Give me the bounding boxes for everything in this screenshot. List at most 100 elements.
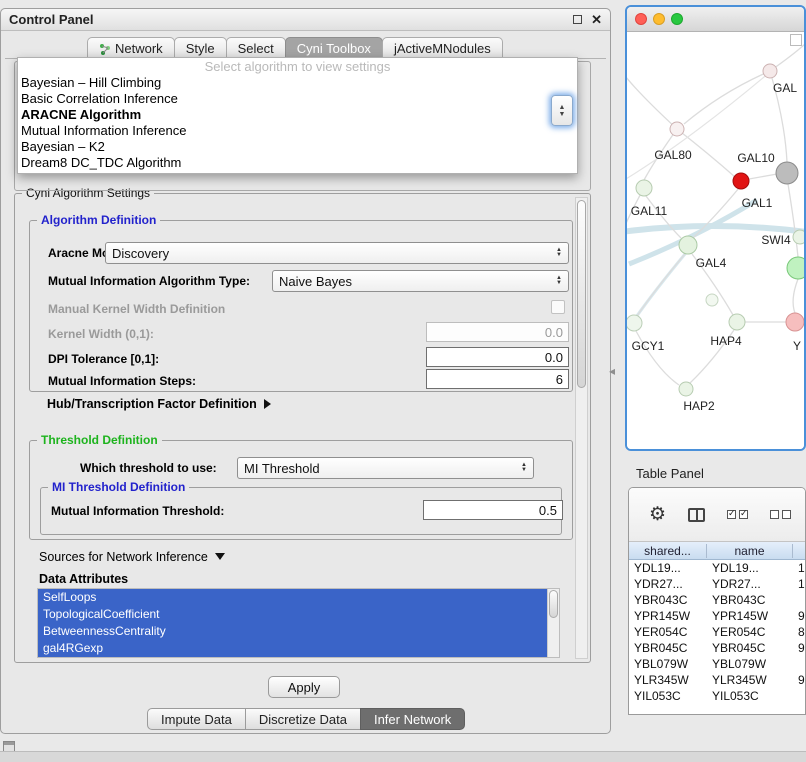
list-item[interactable]: TopologicalCoefficient (38, 606, 559, 623)
tab-jactivemnodules[interactable]: jActiveMNodules (382, 37, 503, 59)
network-node[interactable] (733, 173, 749, 189)
attributes-scrollbar[interactable] (547, 589, 559, 657)
mi-type-label: Mutual Information Algorithm Type: (48, 274, 250, 288)
tab-network[interactable]: Network (87, 37, 175, 59)
gear-icon[interactable]: ⚙ (649, 505, 666, 524)
which-threshold-label: Which threshold to use: (80, 461, 217, 475)
tab-style[interactable]: Style (174, 37, 227, 59)
table-row[interactable]: YIL053CYIL053C (629, 688, 805, 704)
network-node[interactable] (776, 162, 798, 184)
table-cell: 9. (793, 641, 805, 655)
table-cell: YDL19... (707, 561, 793, 575)
algorithm-option[interactable]: Dream8 DC_TDC Algorithm (18, 155, 577, 171)
algorithm-dropdown-popup: Select algorithm to view settings Bayesi… (17, 57, 578, 174)
app-root: Control Panel ✕ Network Style Select Cyn… (0, 0, 806, 762)
threshold-definition-group: Threshold Definition Which threshold to … (29, 440, 573, 540)
data-attributes-list[interactable]: SelfLoopsTopologicalCoefficientBetweenne… (37, 588, 560, 658)
network-node[interactable] (729, 314, 745, 330)
mi-steps-label: Mutual Information Steps: (48, 374, 196, 388)
algorithm-options: Bayesian – Hill ClimbingBasic Correlatio… (18, 75, 577, 171)
sources-toggle[interactable]: Sources for Network Inference (39, 550, 225, 564)
table-row[interactable]: YLR345WYLR345W9. (629, 672, 805, 688)
list-item[interactable]: SelfLoops (38, 589, 559, 606)
network-node[interactable] (793, 230, 804, 244)
table-row[interactable]: YPR145WYPR145W9. (629, 608, 805, 624)
table-row[interactable]: YBR043CYBR043C (629, 592, 805, 608)
mi-steps-input[interactable] (426, 369, 569, 389)
tab-cyni-toolbox[interactable]: Cyni Toolbox (285, 37, 383, 59)
table-row[interactable]: YBL079WYBL079W (629, 656, 805, 672)
apply-button[interactable]: Apply (268, 676, 340, 698)
network-node[interactable] (636, 180, 652, 196)
which-threshold-select[interactable]: MI Threshold ▲▼ (237, 457, 534, 479)
minimize-window-icon[interactable] (653, 13, 665, 25)
algorithm-option[interactable]: ARACNE Algorithm (18, 107, 577, 123)
focused-spinner-button[interactable]: ▲▼ (551, 95, 573, 126)
tab-label: Style (186, 41, 215, 56)
table-cell: YBR043C (707, 593, 793, 607)
network-node[interactable] (679, 382, 693, 396)
list-item[interactable]: gal4RGexp (38, 640, 559, 657)
algorithm-option[interactable]: Mutual Information Inference (18, 123, 577, 139)
table-row[interactable]: YDL19...YDL19...13 (629, 560, 805, 576)
network-scrollbar-corner[interactable] (790, 34, 802, 46)
tab-infer-network[interactable]: Infer Network (360, 708, 465, 730)
zoom-window-icon[interactable] (671, 13, 683, 25)
table-cell: YDL19... (629, 561, 707, 575)
close-panel-icon[interactable]: ✕ (591, 15, 602, 25)
network-icon (99, 43, 111, 55)
algorithm-option[interactable]: Basic Correlation Inference (18, 91, 577, 107)
table-body: YDL19...YDL19...13YDR27...YDR27...12YBR0… (629, 560, 805, 704)
column-header-name[interactable]: name (707, 544, 793, 558)
deselect-all-checkbox-icon[interactable] (770, 510, 791, 519)
table-cell: 9. (793, 673, 805, 687)
algorithm-option[interactable]: Bayesian – Hill Climbing (18, 75, 577, 91)
column-header-shared-name[interactable]: shared... (629, 544, 707, 558)
table-row[interactable]: YDR27...YDR27...12 (629, 576, 805, 592)
float-window-icon[interactable] (573, 15, 582, 24)
tab-impute-data[interactable]: Impute Data (147, 708, 246, 730)
status-bar (0, 751, 806, 762)
hub-tf-definition-toggle[interactable]: Hub/Transcription Factor Definition (47, 397, 271, 411)
tab-label: Select (238, 41, 274, 56)
node-label: GAL80 (654, 148, 692, 162)
table-row[interactable]: YBR045CYBR045C9. (629, 640, 805, 656)
kernel-width-input[interactable] (426, 322, 569, 342)
network-node[interactable] (786, 313, 804, 331)
manual-kernel-checkbox[interactable] (551, 300, 565, 314)
close-window-icon[interactable] (635, 13, 647, 25)
aracne-mode-select[interactable]: Discovery ▲▼ (105, 242, 569, 264)
network-node[interactable] (627, 315, 642, 331)
table-cell: YIL053C (629, 689, 707, 703)
network-canvas[interactable]: GALGAL80GAL10GAL1GAL11SWI4GAL4GCY1HAP4HA… (627, 32, 804, 449)
list-item[interactable]: BetweennessCentrality (38, 623, 559, 640)
dpi-tolerance-input[interactable] (426, 347, 569, 367)
data-attributes-label: Data Attributes (39, 572, 128, 586)
table-row[interactable]: YER054CYER054C8. (629, 624, 805, 640)
network-node[interactable] (706, 294, 718, 306)
scrollbar-thumb[interactable] (549, 590, 558, 618)
popup-placeholder: Select algorithm to view settings (18, 58, 577, 75)
attribute-items: SelfLoopsTopologicalCoefficientBetweenne… (38, 589, 559, 657)
settings-scrollbar[interactable] (575, 197, 588, 659)
table-panel-title: Table Panel (636, 466, 704, 481)
mi-threshold-input[interactable] (423, 500, 563, 520)
tab-select[interactable]: Select (226, 37, 286, 59)
algorithm-option[interactable]: Bayesian – K2 (18, 139, 577, 155)
node-label: GAL4 (696, 256, 727, 270)
network-node[interactable] (670, 122, 684, 136)
network-node[interactable] (763, 64, 777, 78)
tab-discretize-data[interactable]: Discretize Data (245, 708, 361, 730)
network-node[interactable] (787, 257, 804, 279)
chevron-right-icon (264, 399, 271, 409)
column-layout-icon[interactable] (688, 508, 705, 522)
table-cell: YLR345W (629, 673, 707, 687)
scrollbar-thumb[interactable] (577, 200, 586, 388)
cyni-algorithm-settings-group: Cyni Algorithm Settings Algorithm Defini… (14, 193, 591, 663)
algorithm-definition-group: Algorithm Definition Aracne Mode: Discov… (29, 220, 573, 392)
network-node[interactable] (679, 236, 697, 254)
mi-threshold-definition-group: MI Threshold Definition Mutual Informati… (40, 487, 562, 535)
mi-algorithm-type-select[interactable]: Naive Bayes ▲▼ (272, 270, 569, 292)
split-pane-collapse-icon[interactable]: ◂ (609, 364, 615, 378)
select-all-checkbox-icon[interactable] (727, 510, 748, 519)
